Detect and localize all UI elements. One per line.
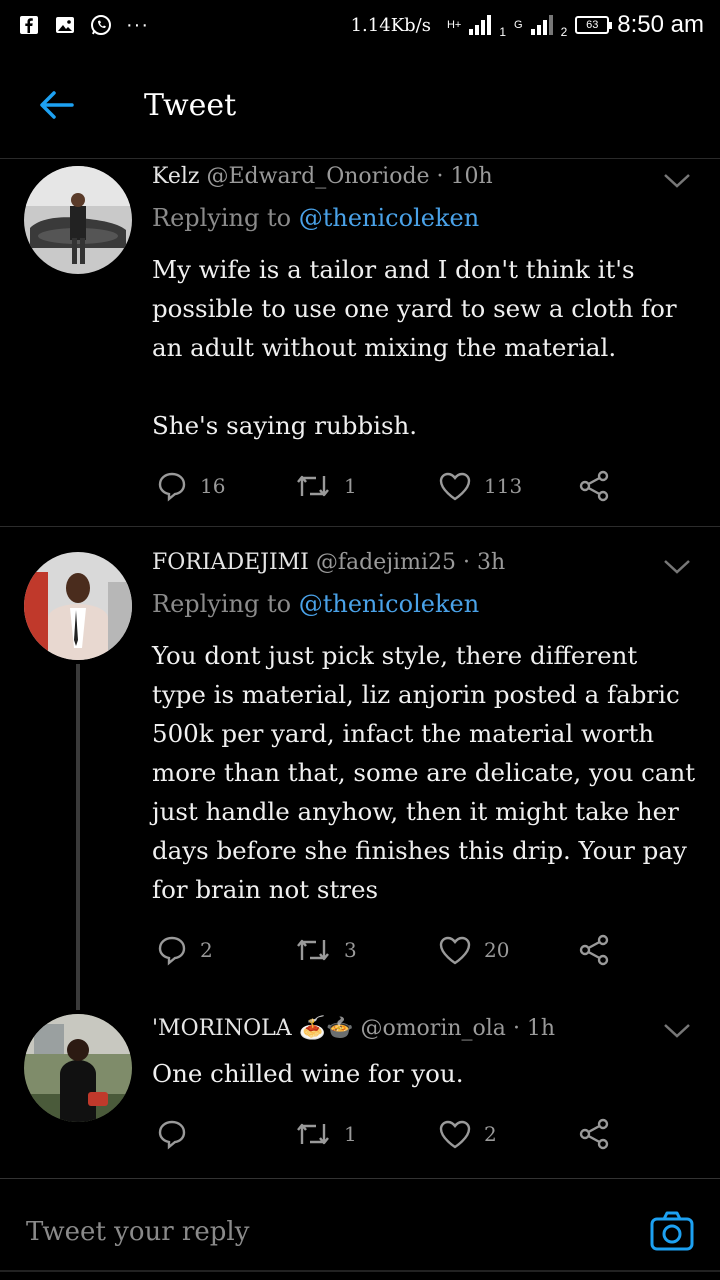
clock: 8:50 am — [617, 11, 704, 38]
facebook-icon — [18, 14, 40, 36]
replying-to: Replying to @thenicoleken — [152, 590, 479, 618]
retweet-button[interactable]: 3 — [294, 930, 357, 970]
reply-icon — [158, 472, 186, 502]
hplus-label: H+ — [446, 19, 462, 31]
signal-sim1-icon — [469, 15, 492, 35]
retweet-count: 1 — [344, 1122, 357, 1146]
author-emoji: 🍝🍲 — [298, 1016, 354, 1041]
gallery-icon — [54, 14, 76, 36]
tweet-actions: 2 3 20 — [152, 930, 622, 970]
retweet-count: 1 — [344, 474, 357, 498]
like-count: 113 — [484, 474, 523, 498]
retweet-button[interactable]: 1 — [294, 1114, 357, 1154]
chevron-down-icon[interactable] — [662, 556, 692, 576]
replying-handle-link[interactable]: @thenicoleken — [299, 204, 479, 232]
reply-input[interactable] — [24, 1207, 608, 1257]
avatar[interactable] — [24, 166, 132, 274]
reply-button[interactable]: 2 — [156, 930, 213, 970]
tweet-card[interactable]: Kelz @Edward_Onoriode · 10h Replying to … — [0, 160, 720, 526]
replying-to: Replying to @thenicoleken — [152, 204, 479, 232]
network-speed: 1.14Kb/s — [350, 14, 431, 36]
status-bar: ··· 1.14Kb/s H+ 1 G 2 63 8:50 am — [0, 0, 720, 50]
reply-count: 2 — [200, 938, 213, 962]
tweet-text: One chilled wine for you. — [152, 1059, 464, 1088]
tweet-header: 'MORINOLA 🍝🍲 @omorin_ola · 1h — [152, 1016, 555, 1041]
share-icon — [579, 1118, 609, 1150]
like-button[interactable]: 113 — [438, 466, 522, 506]
retweet-icon — [297, 1123, 329, 1145]
replying-prefix: Replying to — [152, 590, 292, 618]
thread-line — [76, 664, 80, 1010]
retweet-button[interactable]: 1 — [294, 466, 357, 506]
author-handle[interactable]: @omorin_ola — [360, 1016, 505, 1041]
tweet-card[interactable]: 'MORINOLA 🍝🍲 @omorin_ola · 1h One chille… — [0, 1012, 720, 1172]
avatar[interactable] — [24, 1014, 132, 1122]
divider — [0, 526, 720, 527]
share-icon — [579, 470, 609, 502]
tweet-time: · 1h — [512, 1016, 556, 1041]
tweet-actions: 16 1 113 — [152, 466, 622, 506]
author-handle[interactable]: @Edward_Onoriode — [207, 164, 430, 189]
like-count: 20 — [484, 938, 510, 962]
author-name[interactable]: Kelz — [152, 164, 200, 189]
retweet-icon — [297, 475, 329, 497]
more-notifications-icon: ··· — [126, 13, 149, 36]
reply-button[interactable]: 16 — [156, 466, 225, 506]
tweet-time: · 3h — [463, 550, 506, 575]
tweet-actions: 1 2 — [152, 1114, 622, 1154]
tweet-text: My wife is a tailor and I don't think it… — [152, 255, 677, 440]
tweet-text: You dont just pick style, there differen… — [152, 641, 703, 904]
author-name[interactable]: FORIADEJIMI — [152, 550, 309, 575]
share-button[interactable] — [578, 1114, 610, 1154]
tweet-card[interactable]: FORIADEJIMI @fadejimi25 · 3h Replying to… — [0, 546, 720, 1010]
reply-icon — [158, 1120, 186, 1150]
heart-icon — [439, 472, 471, 501]
author-name[interactable]: 'MORINOLA — [152, 1016, 292, 1041]
heart-icon — [439, 1120, 471, 1149]
page-title: Tweet — [144, 87, 237, 123]
tweet-header: FORIADEJIMI @fadejimi25 · 3h — [152, 550, 505, 575]
like-button[interactable]: 20 — [438, 930, 509, 970]
like-button[interactable]: 2 — [438, 1114, 497, 1154]
battery-icon: 63 — [575, 16, 613, 34]
reply-icon — [158, 936, 186, 966]
bottom-divider — [0, 1270, 720, 1272]
signal-sim2-icon — [530, 15, 553, 35]
chevron-down-icon[interactable] — [662, 1020, 692, 1040]
back-button[interactable] — [26, 75, 86, 135]
tweet-header: Kelz @Edward_Onoriode · 10h — [152, 164, 493, 189]
replying-handle-link[interactable]: @thenicoleken — [299, 590, 479, 618]
share-button[interactable] — [578, 930, 610, 970]
retweet-icon — [297, 939, 329, 961]
author-handle[interactable]: @fadejimi25 — [316, 550, 456, 575]
g-label: G — [514, 19, 523, 31]
sim1-label: 1 — [499, 25, 507, 39]
whatsapp-icon — [90, 14, 112, 36]
retweet-count: 3 — [344, 938, 357, 962]
back-arrow-icon — [40, 91, 74, 119]
reply-count: 16 — [200, 474, 226, 498]
camera-icon[interactable] — [650, 1211, 694, 1251]
like-count: 2 — [484, 1122, 497, 1146]
reply-bar — [0, 1178, 720, 1279]
avatar[interactable] — [24, 552, 132, 660]
sim2-label: 2 — [560, 25, 568, 39]
share-icon — [579, 934, 609, 966]
battery-level: 63 — [586, 19, 599, 31]
heart-icon — [439, 936, 471, 965]
app-header: Tweet — [0, 52, 720, 159]
reply-button[interactable] — [156, 1114, 200, 1154]
tweet-time: · 10h — [436, 164, 493, 189]
replying-prefix: Replying to — [152, 204, 292, 232]
share-button[interactable] — [578, 466, 610, 506]
chevron-down-icon[interactable] — [662, 170, 692, 190]
